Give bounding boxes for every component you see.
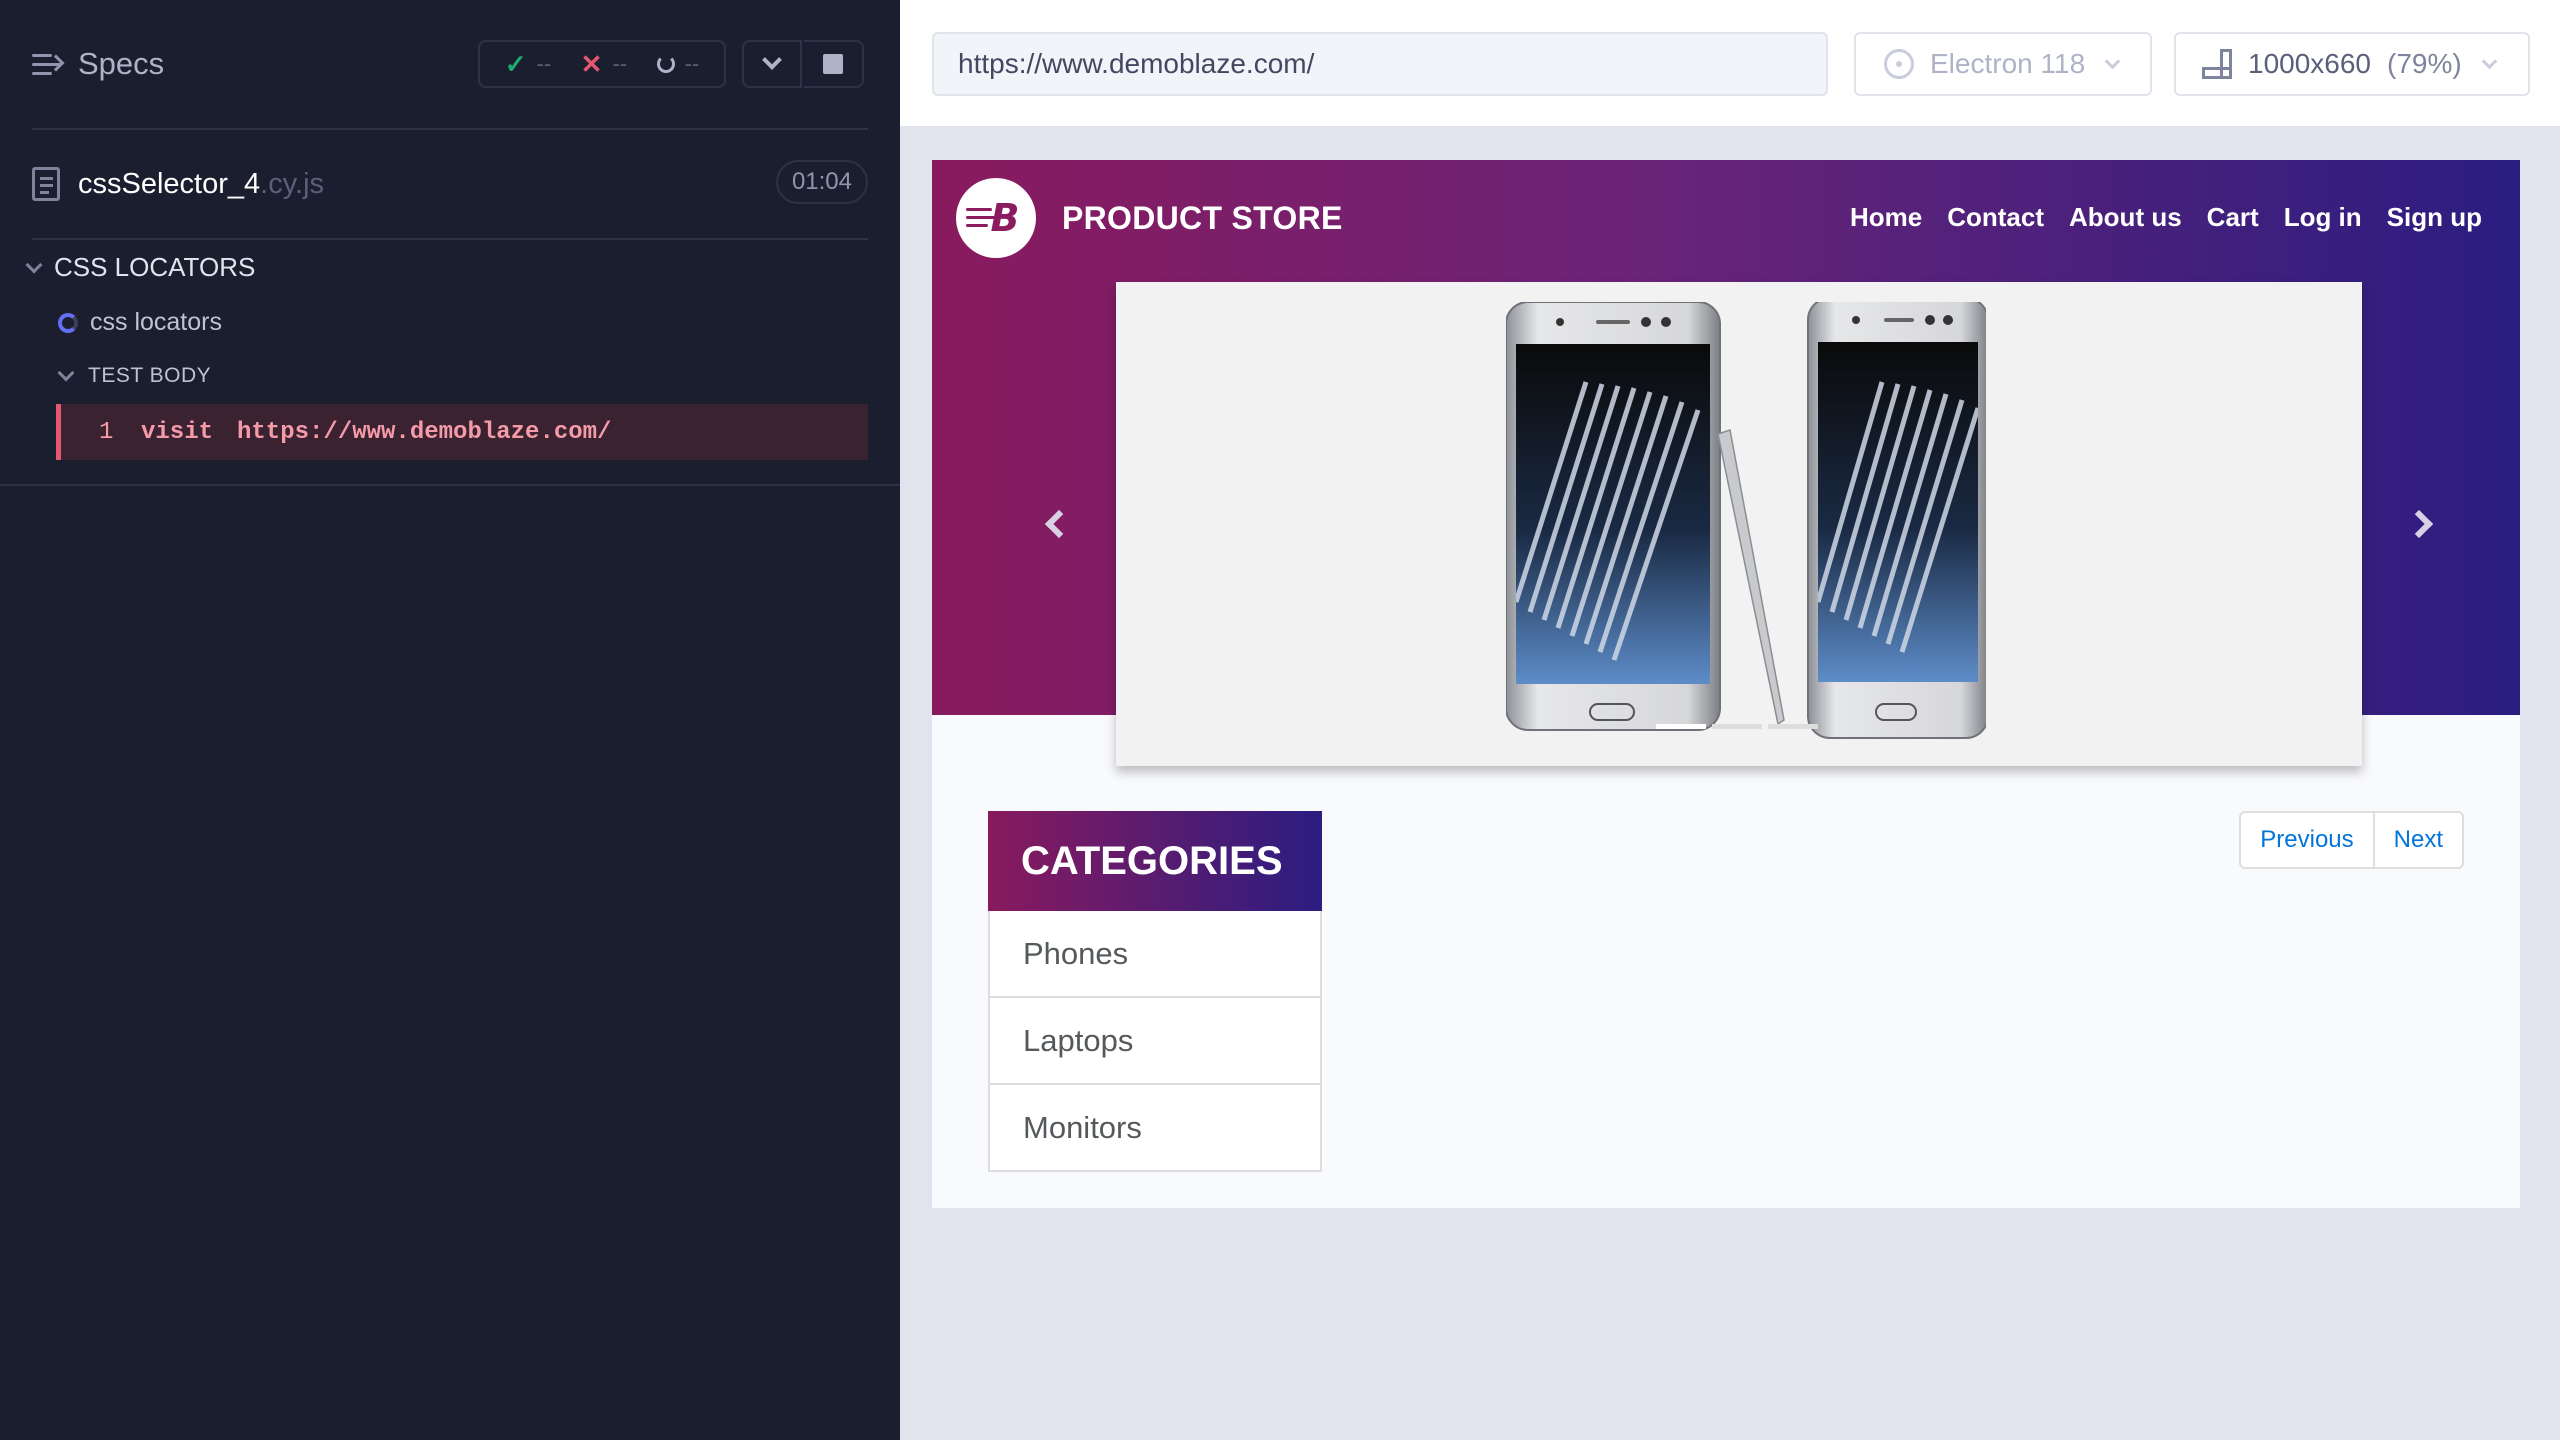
pagination: Previous Next	[2239, 811, 2464, 869]
previous-button[interactable]: Previous	[2239, 811, 2375, 869]
divider	[32, 238, 868, 240]
carousel-next-button[interactable]	[2368, 282, 2478, 766]
url-bar[interactable]: https://www.demoblaze.com/	[932, 32, 1828, 96]
url-text: https://www.demoblaze.com/	[958, 48, 1315, 79]
test-stats: ✓ -- ✕ -- --	[478, 40, 726, 88]
specs-list-icon	[32, 52, 65, 76]
spec-extension: .cy.js	[260, 167, 325, 200]
nav-log-in[interactable]: Log in	[2284, 202, 2362, 233]
chevron-down-icon	[762, 50, 782, 70]
chevron-down-icon	[2481, 53, 2497, 69]
carousel-prev-button[interactable]	[1000, 282, 1110, 766]
nav-about-us[interactable]: About us	[2069, 202, 2182, 233]
electron-icon	[1884, 49, 1914, 79]
browser-selector[interactable]: Electron 118	[1854, 32, 2152, 96]
passed-stat: ✓ --	[505, 49, 551, 80]
categories-panel: CATEGORIES Phones Laptops Monitors	[988, 811, 1322, 1172]
viewport-size: 1000x660	[2248, 48, 2372, 79]
product-carousel	[1044, 282, 2434, 766]
category-laptops[interactable]: Laptops	[988, 998, 1322, 1085]
spec-duration: 01:04	[775, 160, 868, 204]
viewport-icon	[2202, 49, 2232, 79]
brand-link[interactable]: B PRODUCT STORE	[956, 178, 1343, 258]
carousel-indicator[interactable]	[1656, 724, 1706, 729]
app-under-test: B PRODUCT STORE Home Contact About us Ca…	[932, 160, 2520, 1208]
collapse-all-button[interactable]	[742, 40, 802, 88]
pending-count: --	[684, 51, 700, 76]
aut-toolbar: https://www.demoblaze.com/ Electron 118 …	[900, 0, 2560, 128]
stop-icon	[823, 54, 843, 74]
test-title: css locators	[90, 308, 222, 336]
carousel-indicators	[1656, 724, 1818, 729]
command-row[interactable]: 1 visit https://www.demoblaze.com/	[56, 404, 868, 460]
file-icon	[32, 167, 60, 201]
nav-cart[interactable]: Cart	[2207, 202, 2259, 233]
divider	[32, 128, 868, 130]
chevron-down-icon	[25, 256, 43, 273]
pending-stat: --	[656, 51, 700, 77]
suite-title-row[interactable]: CSS LOCATORS	[25, 252, 256, 283]
nav-home[interactable]: Home	[1850, 202, 1922, 233]
runner-header: Specs ✓ -- ✕ -- --	[0, 0, 900, 130]
main-nav: Home Contact About us Cart Log in Sign u…	[1850, 202, 2482, 233]
carousel-indicator[interactable]	[1768, 724, 1818, 729]
spec-file-row: cssSelector_4 .cy.js 01:04	[32, 160, 868, 208]
chevron-down-icon	[57, 364, 75, 382]
check-icon: ✓	[504, 48, 527, 79]
nav-sign-up[interactable]: Sign up	[2387, 202, 2482, 233]
chevron-right-icon	[2404, 509, 2434, 539]
failed-count: --	[612, 51, 628, 76]
next-button[interactable]: Next	[2374, 811, 2464, 869]
command-message: https://www.demoblaze.com/	[237, 418, 612, 446]
test-body-header[interactable]: TEST BODY	[57, 364, 212, 388]
x-icon: ✕	[580, 48, 603, 79]
carousel-slide-image	[1506, 302, 1986, 739]
test-body-label: TEST BODY	[88, 364, 212, 387]
command-name: visit	[141, 418, 214, 446]
brand-name: PRODUCT STORE	[1062, 199, 1343, 236]
specs-label: Specs	[78, 46, 165, 81]
passed-count: --	[536, 51, 552, 76]
categories-title: CATEGORIES	[988, 811, 1322, 911]
test-title-row[interactable]: css locators	[58, 308, 222, 337]
viewport-scale: (79%)	[2387, 48, 2462, 79]
stop-button[interactable]	[804, 40, 864, 88]
chevron-left-icon	[1044, 509, 1074, 539]
chevron-down-icon	[2104, 53, 2121, 69]
carousel-indicator[interactable]	[1712, 724, 1762, 729]
spec-name: cssSelector_4	[78, 167, 261, 200]
category-monitors[interactable]: Monitors	[988, 1085, 1322, 1172]
category-phones[interactable]: Phones	[988, 911, 1322, 998]
running-icon	[58, 312, 78, 333]
viewport-selector[interactable]: 1000x660 (79%)	[2174, 32, 2530, 96]
command-number: 1	[99, 418, 114, 446]
browser-name: Electron 118	[1930, 48, 2086, 79]
store-logo: B	[956, 178, 1036, 258]
divider	[0, 484, 900, 486]
spinner-icon	[656, 55, 675, 73]
suite-title: CSS LOCATORS	[54, 252, 256, 282]
specs-link[interactable]: Specs	[32, 46, 164, 82]
nav-contact[interactable]: Contact	[1947, 202, 2044, 233]
cypress-runner-panel: Specs ✓ -- ✕ -- -- cssSelector_4 .cy.js …	[0, 0, 900, 1440]
failed-stat: ✕ --	[581, 49, 627, 80]
